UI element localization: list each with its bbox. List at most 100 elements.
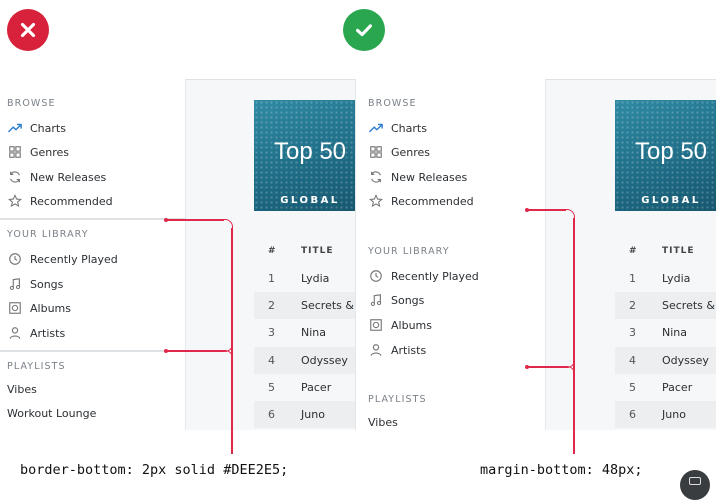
sidebar-item-label: Genres [391, 145, 431, 159]
sidebar: BROWSE Charts Genres New Releases Recomm… [356, 79, 546, 430]
sidebar-item-recommended[interactable]: Recommended [7, 192, 113, 210]
sidebar-item-new-releases[interactable]: New Releases [7, 168, 106, 186]
annotation-line [527, 366, 566, 368]
sidebar-item-label: Recommended [30, 194, 113, 208]
sidebar-item-label: Recently Played [30, 252, 118, 266]
sidebar-item-genres[interactable]: Genres [7, 143, 69, 161]
table-row[interactable]: 4 Odyssey [254, 347, 355, 374]
music-note-icon [368, 293, 383, 308]
annotation-line [166, 219, 224, 221]
album-icon [7, 301, 22, 316]
clock-icon [368, 269, 383, 284]
chart-icon [368, 121, 383, 136]
playlist-item[interactable]: Vibes [7, 383, 37, 396]
clock-icon [7, 252, 22, 267]
table-row[interactable]: 1 Lydia [615, 265, 716, 292]
sidebar-item-artists[interactable]: Artists [368, 341, 426, 359]
cover-subtitle: GLOBAL [641, 195, 701, 206]
table-row[interactable]: 5 Pacer [615, 374, 716, 401]
annotation-line [527, 209, 566, 211]
caption-bad: border-bottom: 2px solid #DEE2E5; [20, 462, 289, 478]
table-row[interactable]: 5 Pacer [254, 374, 355, 401]
annotation-line [573, 218, 575, 454]
table-row[interactable]: 2Secrets & L [254, 292, 355, 319]
refresh-icon [368, 170, 383, 185]
sidebar-item-artists[interactable]: Artists [7, 324, 65, 342]
bad-example-panel: BROWSE Charts Genres New Releases Recomm… [0, 79, 355, 430]
sidebar-item-songs[interactable]: Songs [368, 291, 424, 309]
annotation-dot [525, 208, 529, 212]
user-icon [7, 326, 22, 341]
library-title: YOUR LIBRARY [368, 246, 450, 257]
album-cover[interactable]: Top 50 GLOBAL [615, 100, 716, 211]
section-divider [0, 350, 185, 352]
x-icon [7, 9, 49, 51]
check-icon [343, 9, 385, 51]
album-icon [368, 318, 383, 333]
sidebar-item-label: New Releases [30, 170, 107, 184]
sidebar-item-genres[interactable]: Genres [368, 143, 430, 161]
sidebar-item-label: Genres [30, 145, 70, 159]
music-note-icon [7, 277, 22, 292]
caption-good: margin-bottom: 48px; [480, 462, 643, 478]
library-title: YOUR LIBRARY [7, 229, 89, 240]
sidebar-item-albums[interactable]: Albums [368, 316, 432, 334]
sidebar-item-label: Charts [391, 121, 427, 135]
album-cover[interactable]: Top 50 GLOBAL [254, 100, 355, 211]
sidebar-item-recommended[interactable]: Recommended [368, 192, 474, 210]
star-icon [7, 194, 22, 209]
playlist-item[interactable]: Workout Lounge [7, 407, 96, 420]
playlists-title: PLAYLISTS [368, 394, 427, 405]
sidebar-item-charts[interactable]: Charts [7, 119, 66, 137]
annotation-dot [164, 218, 168, 222]
user-icon [368, 343, 383, 358]
annotation-dot [164, 349, 168, 353]
cover-subtitle: GLOBAL [280, 195, 340, 206]
table-row[interactable]: 4 Odyssey [615, 347, 716, 374]
sidebar-item-label: Albums [391, 318, 432, 332]
table-row[interactable]: 3 Nina [254, 319, 355, 346]
sidebar-item-label: Recommended [391, 194, 474, 208]
annotation-line [231, 228, 233, 454]
playlist-item[interactable]: Vibes [368, 416, 398, 429]
table-row[interactable]: 1 Lydia [254, 265, 355, 292]
sidebar-item-charts[interactable]: Charts [368, 119, 427, 137]
column-header-num: # [268, 246, 277, 256]
chat-icon[interactable] [680, 470, 710, 500]
sidebar-item-label: Albums [30, 301, 71, 315]
annotation-line [166, 350, 224, 352]
sidebar-item-label: Songs [391, 293, 425, 307]
chart-icon [7, 121, 22, 136]
cover-title: Top 50 [273, 138, 347, 165]
annotation-dot [525, 365, 529, 369]
table-row[interactable]: 6 Juno [615, 401, 716, 428]
browse-title: BROWSE [7, 98, 56, 109]
column-header-title: TITLE [301, 246, 334, 256]
sidebar-item-label: Charts [30, 121, 66, 135]
star-icon [368, 194, 383, 209]
sidebar-item-label: Artists [30, 326, 66, 340]
sidebar-item-songs[interactable]: Songs [7, 275, 63, 293]
sidebar: BROWSE Charts Genres New Releases Recomm… [0, 79, 186, 430]
sidebar-item-label: Artists [391, 343, 427, 357]
section-divider [0, 218, 185, 220]
grid-icon [368, 145, 383, 160]
column-header-title: TITLE [662, 246, 695, 256]
sidebar-item-albums[interactable]: Albums [7, 299, 71, 317]
sidebar-item-new-releases[interactable]: New Releases [368, 168, 467, 186]
good-example-panel: BROWSE Charts Genres New Releases Recomm… [355, 79, 716, 430]
sidebar-item-label: Recently Played [391, 269, 479, 283]
cover-title: Top 50 [634, 138, 708, 165]
column-header-num: # [629, 246, 638, 256]
grid-icon [7, 145, 22, 160]
table-row[interactable]: 3 Nina [615, 319, 716, 346]
refresh-icon [7, 170, 22, 185]
table-row[interactable]: 2 Secrets & [615, 292, 716, 319]
sidebar-item-label: New Releases [391, 170, 468, 184]
sidebar-item-recently-played[interactable]: Recently Played [7, 250, 118, 268]
browse-title: BROWSE [368, 98, 417, 109]
sidebar-item-recently-played[interactable]: Recently Played [368, 267, 479, 285]
sidebar-item-label: Songs [30, 277, 64, 291]
table-row[interactable]: 6 Juno [254, 401, 355, 428]
playlists-title: PLAYLISTS [7, 361, 66, 372]
